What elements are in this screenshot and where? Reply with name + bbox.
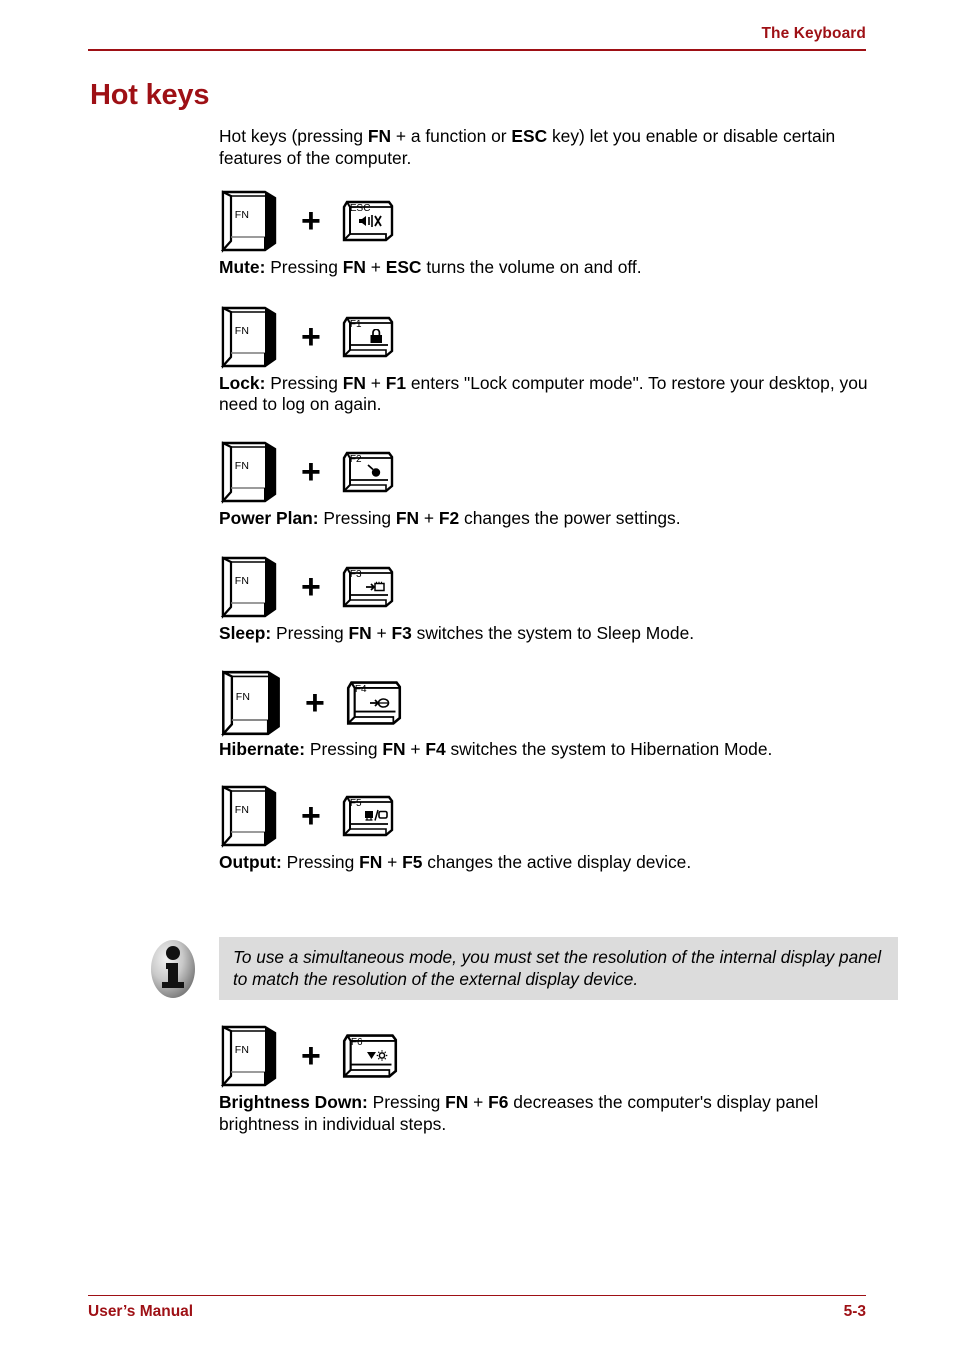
f4-key-label: F4 (354, 683, 367, 695)
fn-key-label: FN (235, 690, 251, 703)
plus-symbol: + (301, 568, 321, 606)
hotkey-description-power-plan: Power Plan: Pressing FN + F2 changes the… (219, 507, 681, 528)
hibernate-disk-icon (358, 695, 394, 711)
display-output-icon (353, 808, 389, 824)
hotkey-combo-sleep: FN + F3 (219, 551, 899, 623)
header-divider (88, 49, 866, 51)
fn-key-label: FN (234, 459, 250, 472)
hotkey-combo-brightness-down: FN + F6 (219, 1020, 899, 1092)
fn-key-label: FN (234, 209, 250, 221)
fn-keycap-icon: FN (219, 440, 279, 504)
fn-keycap-icon: FN (219, 555, 279, 619)
fn-keycap-icon: FN (219, 189, 279, 253)
hotkey-combo-hibernate: FN + F4 (219, 667, 899, 739)
esc-keycap-icon: ESC (341, 198, 395, 244)
page-header: The Keyboard (88, 24, 866, 51)
brightness-down-icon (354, 1048, 390, 1064)
fn-keycap-icon: FN (219, 1024, 279, 1088)
f1-keycap-icon: F1 (341, 314, 395, 360)
hotkey-description-hibernate: Hibernate: Pressing FN + F4 switches the… (219, 738, 773, 759)
hotkey-description-mute: Mute: Pressing FN + ESC turns the volume… (219, 257, 642, 277)
fn-key-label: FN (234, 575, 250, 587)
manual-page: The Keyboard Hot keys Hot keys (pressing… (0, 0, 954, 1352)
f2-keycap-icon: F2 (341, 449, 395, 495)
fn-keycap-icon: FN (219, 669, 283, 737)
plus-symbol: + (301, 797, 321, 835)
hotkey-combo-lock: FN + F1 (219, 301, 899, 373)
f3-keycap-icon: F3 (341, 564, 395, 610)
note-box: To use a simultaneous mode, you must set… (219, 937, 898, 1000)
info-icon (146, 937, 201, 1001)
footer-divider (88, 1295, 866, 1296)
hotkey-description-output: Output: Pressing FN + F5 changes the act… (219, 852, 692, 872)
intro-paragraph: Hot keys (pressing FN + a function or ES… (219, 126, 836, 168)
fn-key-label: FN (234, 324, 250, 337)
mute-speaker-icon (353, 213, 389, 229)
hotkey-combo-mute: FN + ESC (219, 185, 899, 257)
plus-symbol: + (301, 202, 321, 240)
sleep-memory-icon (353, 579, 389, 595)
f4-keycap-icon: F4 (345, 678, 403, 728)
plus-symbol: + (301, 1037, 321, 1075)
content-column: Hot keys (pressing FN + a function or ES… (219, 126, 899, 874)
f6-keycap-icon: F6 (341, 1031, 399, 1081)
hotkey-combo-power-plan: FN + F2 (219, 436, 899, 508)
page-title: Hot keys (90, 79, 210, 111)
f5-keycap-icon: F5 (341, 793, 395, 839)
power-plug-icon (353, 463, 389, 480)
footer-manual-label: User’s Manual (88, 1303, 194, 1320)
header-title: The Keyboard (761, 25, 866, 42)
f6-key-label: F6 (350, 1037, 363, 1048)
plus-symbol: + (301, 452, 321, 491)
note-text: To use a simultaneous mode, you must set… (233, 947, 882, 989)
note-callout: To use a simultaneous mode, you must set… (146, 937, 898, 1001)
plus-symbol: + (301, 317, 321, 356)
footer-page-number: 5-3 (843, 1303, 866, 1320)
hotkey-description-lock: Lock: Pressing FN + F1 enters "Lock comp… (219, 372, 868, 415)
plus-symbol: + (305, 683, 325, 722)
fn-key-label: FN (234, 1044, 250, 1056)
hotkey-section-brightness-down: FN + F6 Brightness Down: Pressing FN + F… (219, 1020, 899, 1135)
hotkey-description-brightness-down: Brightness Down: Pressing FN + F6 decrea… (219, 1092, 819, 1134)
fn-keycap-icon: FN (219, 305, 279, 369)
hotkey-combo-output: FN + F5 (219, 780, 899, 852)
page-footer: User’s Manual 5-3 (88, 1295, 866, 1322)
hotkey-description-sleep: Sleep: Pressing FN + F3 switches the sys… (219, 623, 695, 643)
fn-keycap-icon: FN (219, 784, 279, 848)
fn-key-label: FN (234, 804, 250, 816)
padlock-icon (353, 328, 389, 345)
